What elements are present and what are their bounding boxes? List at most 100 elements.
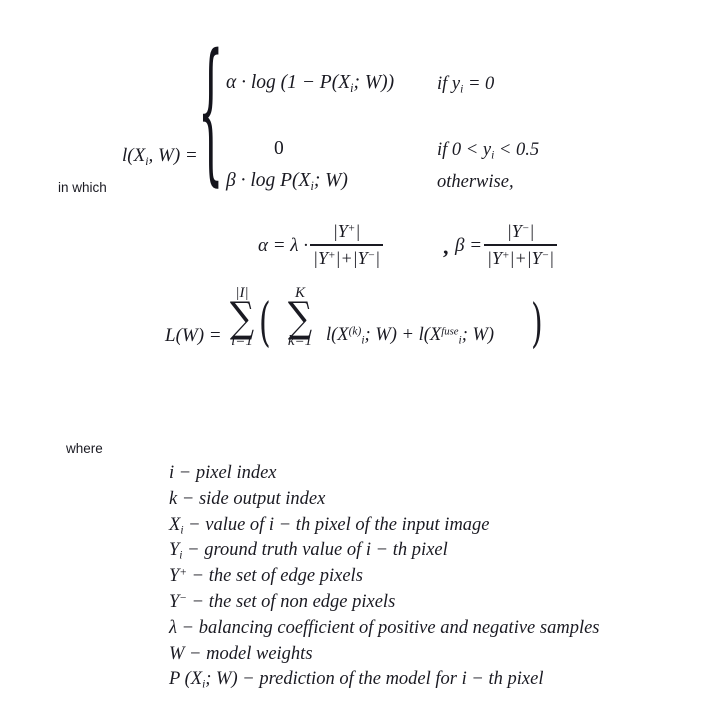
case-2-expr-head: β · log P(X	[226, 170, 311, 191]
legend-symbol-base: P (X	[169, 669, 203, 690]
beta-denominator: |Y+|+|Y−|	[484, 247, 557, 269]
loss-term1-tail: ; W)	[364, 325, 397, 345]
loss-summand-body: l(X(k)i; W) + l(Xfusei; W)	[326, 325, 494, 346]
beta-numerator: |Y−|	[484, 221, 557, 243]
case-0-expr-tail: ; W))	[353, 72, 395, 93]
legend-symbol-sup: +	[179, 566, 188, 579]
legend-item: Y+ − the set of edge pixels	[169, 564, 709, 590]
piecewise-lhs-head: l(X	[122, 145, 146, 166]
beta-den-mid: |+|Y	[509, 247, 542, 268]
legend-description: the set of edge pixels	[208, 566, 363, 587]
legend-description: the set of non edge pixels	[208, 591, 396, 612]
beta-fraction: |Y−| |Y+|+|Y−|	[484, 221, 558, 269]
legend-symbol-sup: −	[179, 592, 188, 605]
legend-symbol-tail: ; W)	[205, 669, 238, 690]
legend-dash: −	[188, 514, 201, 535]
legend-symbol-base: W	[169, 643, 185, 664]
beta-den-tail: |	[549, 247, 555, 268]
alpha-lead: α = λ ·	[258, 234, 309, 256]
piecewise-case-0-expression: α · log (1 − P(Xi; W))	[226, 72, 394, 94]
legend-symbol: Xi	[169, 513, 184, 539]
legend-dash: −	[187, 540, 200, 561]
legend-dash: −	[181, 617, 195, 638]
legend-symbol-base: k	[169, 488, 178, 509]
alpha-num-head: |Y	[332, 221, 348, 241]
beta-num-tail: |	[529, 221, 535, 241]
case-1-cond-tail: < 0.5	[494, 140, 540, 160]
legend-item: Xi − value of i − th pixel of the input …	[169, 513, 709, 539]
beta-den-head: |Y	[487, 247, 503, 268]
loss-term1-superscript: (k)	[348, 325, 362, 338]
alpha-den-sup1: +	[328, 249, 336, 262]
loss-term2-head: l(X	[418, 325, 442, 345]
alpha-den-tail: |	[375, 247, 381, 268]
legend-dash: −	[181, 488, 195, 509]
legend-symbol-base: Y	[169, 591, 180, 612]
legend-symbol: Y+	[169, 564, 187, 590]
loss-plus-operator: +	[396, 325, 419, 345]
case-2-expr-tail: ; W)	[313, 170, 348, 191]
legend-description: prediction of the model for i − th pixel	[259, 669, 544, 690]
legend-symbol-sub: i	[179, 550, 183, 563]
alpha-fraction-bar	[310, 244, 384, 246]
legend-item: λ − balancing coefficient of positive an…	[169, 616, 709, 642]
total-loss-equation: L(W) = |I| ∑ i=1 ( K ∑ k=1 l(X(k)i; W) +…	[0, 285, 723, 386]
legend-dash: −	[191, 591, 205, 612]
loss-term2-superscript: fuse	[441, 325, 459, 338]
beta-fraction-bar	[484, 244, 558, 246]
alpha-den-sup2: −	[367, 249, 376, 262]
legend-item: W − model weights	[169, 642, 709, 668]
legend-symbol-base: Y	[169, 540, 180, 561]
legend-dash: −	[242, 669, 255, 690]
legend-dash: −	[189, 643, 202, 664]
legend-item: Yi − ground truth value of i − th pixel	[169, 538, 709, 564]
alpha-denominator: |Y+|+|Y−|	[310, 247, 383, 269]
legend-item: Y− − the set of non edge pixels	[169, 590, 709, 616]
alpha-den-head: |Y	[313, 247, 328, 268]
legend-symbol-base: Y	[169, 566, 180, 587]
alpha-num-tail: |	[355, 221, 361, 241]
case-1-cond-head: if 0 < y	[437, 140, 492, 160]
legend-symbol: W	[169, 642, 184, 668]
legend-item: P (Xi; W) − prediction of the model for …	[169, 667, 709, 693]
legend-symbol: Yi	[169, 538, 182, 564]
alpha-beta-separator: ,	[443, 234, 449, 259]
where-label: where	[66, 441, 103, 456]
piecewise-left-hand-side: l(Xi, W) =	[122, 145, 198, 167]
legend-symbol: k	[169, 487, 177, 513]
symbol-legend-list: i − pixel index k − side output index Xi…	[169, 461, 709, 693]
in-which-label: in which	[58, 180, 107, 195]
legend-symbol: λ	[169, 616, 177, 642]
case-0-expr-head: α · log (1 − P(X	[226, 72, 351, 93]
alpha-den-mid: |+|Y	[335, 247, 368, 268]
piecewise-case-1-expression: 0	[274, 138, 284, 159]
legend-symbol-base: i	[169, 463, 175, 483]
loss-open-paren: (	[259, 292, 271, 355]
legend-description: balancing coefficient of positive and ne…	[198, 617, 600, 638]
beta-den-sup1: +	[502, 249, 510, 262]
case-0-cond-tail: = 0	[463, 74, 495, 94]
legend-symbol-sub: i	[180, 524, 184, 537]
legend-item: i − pixel index	[169, 461, 709, 487]
alpha-definition: α = λ · |Y+| |Y+|+|Y−|	[258, 221, 385, 270]
legend-dash: −	[178, 463, 192, 483]
piecewise-equation: l(Xi, W) = { α · log (1 − P(Xi; W)) if y…	[0, 21, 723, 201]
piecewise-case-1-condition: if 0 < yi < 0.5	[437, 140, 539, 161]
legend-symbol: i	[169, 461, 174, 487]
beta-num-head: |Y	[506, 221, 522, 241]
legend-symbol: P (Xi; W)	[169, 667, 238, 693]
loss-term1-head: l(X	[326, 325, 349, 345]
piecewise-case-2-condition: otherwise,	[437, 172, 514, 192]
legend-description: ground truth value of i − th pixel	[204, 540, 448, 561]
beta-definition: β = |Y−| |Y+|+|Y−|	[455, 221, 559, 270]
piecewise-case-2-expression: β · log P(Xi; W)	[226, 170, 348, 192]
legend-item: k − side output index	[169, 487, 709, 513]
inner-summation: K ∑ k=1	[272, 285, 328, 350]
loss-close-paren: )	[531, 293, 543, 356]
legend-description: side output index	[198, 488, 326, 509]
sigma-icon: ∑	[287, 293, 313, 343]
curly-brace-icon: {	[198, 21, 224, 201]
alpha-fraction: |Y+| |Y+|+|Y−|	[310, 221, 384, 269]
legend-symbol: Y−	[169, 590, 187, 616]
beta-lead: β =	[455, 234, 483, 256]
